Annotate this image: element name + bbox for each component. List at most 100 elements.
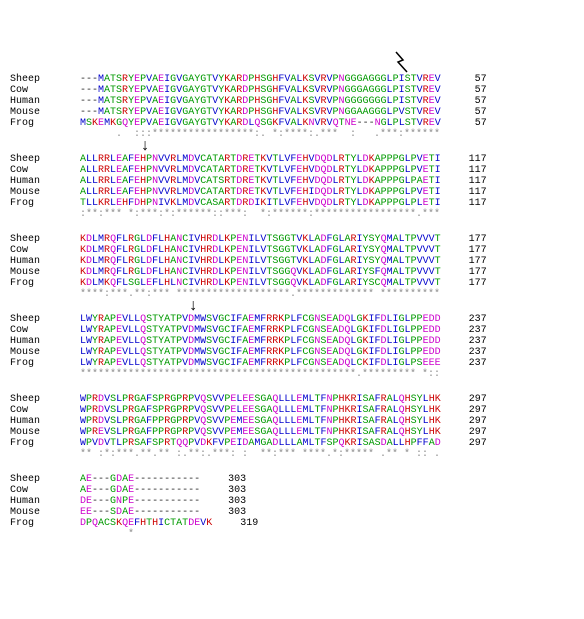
species-label: Frog bbox=[10, 358, 80, 369]
alignment-row: MouseALLRRLEAFEHPNVVRLMDVCATARTDRETKVTLV… bbox=[10, 187, 574, 198]
position-number: 297 bbox=[441, 438, 487, 449]
position-number: 303 bbox=[200, 507, 246, 518]
alignment-row: FrogDPQACSKQEFHTHICTATDEVK319 bbox=[10, 518, 574, 529]
position-number: 177 bbox=[441, 278, 487, 289]
alignment-block: SheepKDLMRQFLRGLDFLHANCIVHRDLKPENILVTSGG… bbox=[10, 234, 574, 300]
species-label: Frog bbox=[10, 438, 80, 449]
position-number: 177 bbox=[441, 267, 487, 278]
alignment-row: FrogKDLMKQFLSGLEFLHLNCIVHRDLKPENILVTSGGQ… bbox=[10, 278, 574, 289]
species-label: Human bbox=[10, 496, 80, 507]
alignment-row: FrogLWYRAPEVLLQSTYATPVDMWSVGCIFAEMFRRKPL… bbox=[10, 358, 574, 369]
alignment-row: HumanALLRRLEAFEHPNVVRLMDVCATSRTDRETKVTLV… bbox=[10, 176, 574, 187]
species-label: Cow bbox=[10, 245, 80, 256]
position-number: 297 bbox=[441, 394, 487, 405]
position-number: 117 bbox=[441, 154, 487, 165]
species-label: Frog bbox=[10, 118, 80, 129]
position-number: 57 bbox=[441, 96, 487, 107]
alignment-row: MouseWPREVSLPRGAFPPRGPRPVQSVVPEMEESGAQLL… bbox=[10, 427, 574, 438]
position-number: 117 bbox=[441, 198, 487, 209]
bolt-icon bbox=[393, 50, 411, 74]
alignment-block: Sheep---MATSRYEPVAEIGVGAYGTVYKARDPHSGHFV… bbox=[10, 74, 574, 140]
consensus-row: ** :*:***.**.** :.**:.***: : **:*** ****… bbox=[10, 449, 574, 460]
alignment-row: MouseEE---SDAE-----------303 bbox=[10, 507, 574, 518]
sequence: WPRDVSLPRGAFPPRGPRPVQSVVPEMEESGAQLLLEMLT… bbox=[80, 416, 441, 427]
species-label: Cow bbox=[10, 165, 80, 176]
sequence: AE---GDAE----------- bbox=[80, 474, 200, 485]
annotation-arrow: ↓ bbox=[188, 298, 198, 314]
position-number: 57 bbox=[441, 107, 487, 118]
species-label: Cow bbox=[10, 485, 80, 496]
position-number: 177 bbox=[441, 256, 487, 267]
alignment-block: SheepWPRDVSLPRGAFSPRGPRPVQSVVPELEESGAQLL… bbox=[10, 394, 574, 460]
sequence: KDLMRQFLRGLDFLHANCIVHRDLKPENILVTSGGTVKLA… bbox=[80, 256, 441, 267]
sequence: KDLMRQFLRGLDFLHANCIVHRDLKPENILVTSGGQVKLA… bbox=[80, 267, 441, 278]
position-number: 297 bbox=[441, 405, 487, 416]
consensus-row: ****:***.**:*** *******************.****… bbox=[10, 289, 574, 300]
alignment-row: SheepKDLMRQFLRGLDFLHANCIVHRDLKPENILVTSGG… bbox=[10, 234, 574, 245]
alignment-row: FrogTLLKRLEHFDHPNIVKLMDVCASARTDRDIKITLVF… bbox=[10, 198, 574, 209]
sequence: TLLKRLEHFDHPNIVKLMDVCASARTDRDIKITLVFEHVD… bbox=[80, 198, 441, 209]
species-label: Frog bbox=[10, 198, 80, 209]
consensus: ** :*:***.**.** :.**:.***: : **:*** ****… bbox=[80, 449, 440, 460]
sequence: ---MATSRYEPVAEIGVGAYGTVYKARDPHSGHFVALKSV… bbox=[80, 74, 441, 85]
species-label: Cow bbox=[10, 325, 80, 336]
species-label: Mouse bbox=[10, 427, 80, 438]
position-number: 237 bbox=[441, 336, 487, 347]
alignment-row: CowALLRRLEAFEHPNVVRLMDVCATARTDRETKVTLVFE… bbox=[10, 165, 574, 176]
alignment-row: Human---MATSRYEPVAEIGVGAYGTVYKARDPHSGHFV… bbox=[10, 96, 574, 107]
alignment-row: MouseKDLMRQFLRGLDFLHANCIVHRDLKPENILVTSGG… bbox=[10, 267, 574, 278]
sequence: LWYRAPEVLLQSTYATPVDMWSVGCIFAEMFRRKPLFCGN… bbox=[80, 358, 441, 369]
alignment-row: SheepLWYRAPEVLLQSTYATPVDMWSVGCIFAEMFRRKP… bbox=[10, 314, 574, 325]
species-label: Human bbox=[10, 336, 80, 347]
species-label: Cow bbox=[10, 85, 80, 96]
position-number: 303 bbox=[200, 485, 246, 496]
alignment-row: HumanLWYRAPEVLLQSTYATPVDMWSVGCIFAEMFRRKP… bbox=[10, 336, 574, 347]
consensus-row: * bbox=[10, 529, 574, 540]
alignment-block: SheepAE---GDAE-----------303CowAE---GDAE… bbox=[10, 474, 574, 540]
species-label: Mouse bbox=[10, 187, 80, 198]
sequence: WPRDVSLPRGAFSPRGPRPVQSVVPELEESGAQLLLEMLT… bbox=[80, 405, 441, 416]
position-number: 237 bbox=[441, 347, 487, 358]
alignment-row: CowWPRDVSLPRGAFSPRGPRPVQSVVPELEESGAQLLLE… bbox=[10, 405, 574, 416]
position-number: 237 bbox=[441, 358, 487, 369]
species-label: Mouse bbox=[10, 507, 80, 518]
position-number: 57 bbox=[441, 85, 487, 96]
sequence: EE---SDAE----------- bbox=[80, 507, 200, 518]
consensus: . :::*****************:. *:****:.*** : .… bbox=[80, 129, 440, 140]
alignment-row: HumanKDLMRQFLRGLDFLHANCIVHRDLKPENILVTSGG… bbox=[10, 256, 574, 267]
alignment-row: HumanWPRDVSLPRGAFPPRGPRPVQSVVPEMEESGAQLL… bbox=[10, 416, 574, 427]
alignment-row: FrogMSKEMKGQYEPVAEIGVGAYGTVYKARDLQSGKFVA… bbox=[10, 118, 574, 129]
alignment-block: ↓SheepALLRRLEAFEHPNVVRLMDVCATARTDRETKVTL… bbox=[10, 154, 574, 220]
position-number: 303 bbox=[200, 474, 246, 485]
consensus: :**:*** *:***:*:******::***: *:******:**… bbox=[80, 209, 440, 220]
alignment-view: Sheep ---MATSRYEPVAEIGVGAYGTVYKARDPHSGHFV… bbox=[10, 74, 574, 540]
sequence: ---MATSRYEPVAEIGVGAYGTVYKARDPHSGHFVALKSV… bbox=[80, 107, 441, 118]
species-label: Mouse bbox=[10, 267, 80, 278]
alignment-row: SheepAE---GDAE-----------303 bbox=[10, 474, 574, 485]
consensus: ****:***.**:*** *******************.****… bbox=[80, 289, 440, 300]
species-label: Human bbox=[10, 256, 80, 267]
alignment-row: CowAE---GDAE-----------303 bbox=[10, 485, 574, 496]
species-label: Human bbox=[10, 176, 80, 187]
position-number: 297 bbox=[441, 427, 487, 438]
alignment-row: SheepALLRRLEAFEHPNVVRLMDVCATARTDRETKVTLV… bbox=[10, 154, 574, 165]
species-label: Sheep bbox=[10, 394, 80, 405]
species-label: Mouse bbox=[10, 107, 80, 118]
sequence: LWYRAPEVLLQSTYATPVDMWSVGCIFAEMFRRKPLFCGN… bbox=[80, 314, 441, 325]
position-number: 303 bbox=[200, 496, 246, 507]
position-number: 237 bbox=[441, 325, 487, 336]
species-label: Sheep bbox=[10, 474, 80, 485]
species-label: Human bbox=[10, 416, 80, 427]
alignment-row: Cow---MATSRYEPVAEIGVGAYGTVYKARDPHSGHFVAL… bbox=[10, 85, 574, 96]
sequence: WPRDVSLPRGAFSPRGPRPVQSVVPELEESGAQLLLEMLT… bbox=[80, 394, 441, 405]
species-label: Human bbox=[10, 96, 80, 107]
consensus: ****************************************… bbox=[80, 369, 440, 380]
sequence: LWYRAPEVLLQSTYATPVDMWSVGCIFAEMFRRKPLFCGN… bbox=[80, 336, 441, 347]
position-number: 297 bbox=[441, 416, 487, 427]
sequence: KDLMKQFLSGLEFLHLNCIVHRDLKPENILVTSGGQVKLA… bbox=[80, 278, 441, 289]
position-number: 177 bbox=[441, 245, 487, 256]
sequence: AE---GDAE----------- bbox=[80, 485, 200, 496]
position-number: 319 bbox=[212, 518, 258, 529]
alignment-row: Mouse---MATSRYEPVAEIGVGAYGTVYKARDPHSGHFV… bbox=[10, 107, 574, 118]
sequence: KDLMRQFLRGLDFLHANCIVHRDLKPENILVTSGGTVKLA… bbox=[80, 245, 441, 256]
